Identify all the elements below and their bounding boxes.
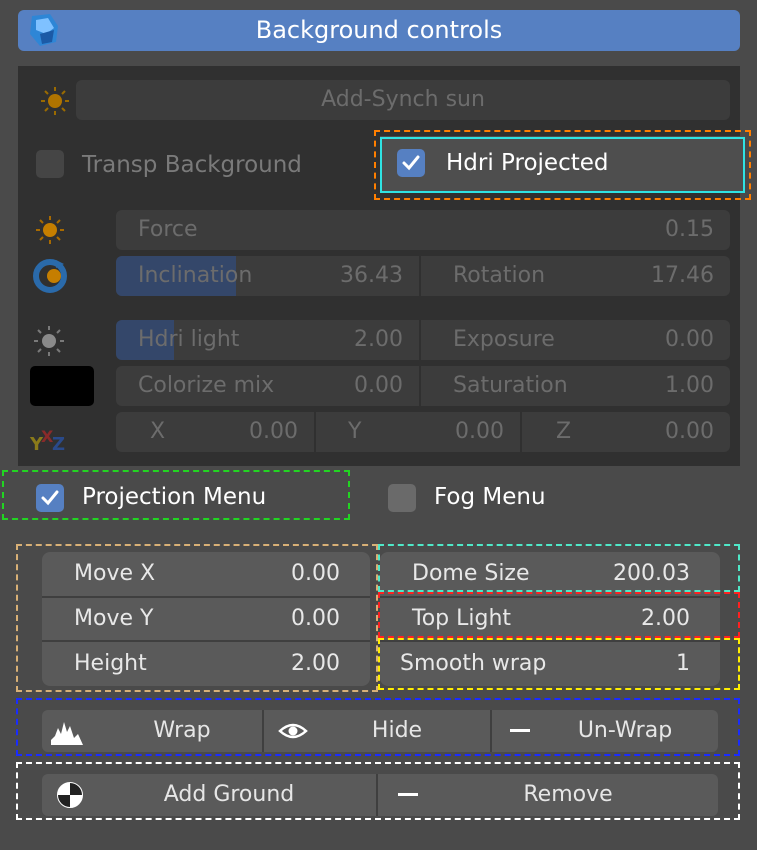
y-label: Y [348,419,362,444]
highlight-white-box [16,762,740,820]
color-swatch[interactable] [30,366,94,406]
colorize-mix-value: 0.00 [354,373,403,398]
highlight-green-box [2,470,350,520]
colorize-mix-field[interactable]: Colorize mix 0.00 [116,366,419,406]
inclination-field[interactable]: Inclination 36.43 [116,256,419,296]
inclination-value: 36.43 [340,263,403,288]
xyz-group: X 0.00 Y 0.00 Z 0.00 [116,412,730,452]
y-field[interactable]: Y 0.00 [316,412,520,452]
hdri-light-field[interactable]: Hdri light 2.00 [116,320,419,360]
force-sun-icon [34,214,66,246]
highlight-yellow-box [378,638,740,690]
saturation-label: Saturation [453,373,568,398]
colorize-saturation-group: Colorize mix 0.00 Saturation 1.00 [116,366,730,406]
exposure-value: 0.00 [665,327,714,352]
rotation-field[interactable]: Rotation 17.46 [421,256,730,296]
highlight-cyan-box [380,137,745,193]
sun-icon [38,86,72,116]
highlight-red-box [378,592,740,638]
z-field[interactable]: Z 0.00 [522,412,730,452]
hdri-light-value: 2.00 [354,327,403,352]
transp-background-label: Transp Background [82,152,302,178]
transp-background-checkbox[interactable] [36,150,64,178]
saturation-value: 1.00 [665,373,714,398]
fog-menu-checkbox[interactable] [388,484,416,512]
colorize-mix-label: Colorize mix [138,373,275,398]
x-value: 0.00 [249,419,298,444]
rotation-label: Rotation [453,263,546,288]
x-field[interactable]: X 0.00 [116,412,314,452]
y-value: 0.00 [455,419,504,444]
highlight-tan-box [16,544,378,692]
highlight-teal-box [378,544,740,592]
xyz-axes-icon: Y X Z [28,420,72,455]
z-label: Z [556,419,572,444]
fog-menu-label: Fog Menu [434,484,546,510]
hdri-light-label: Hdri light [138,327,240,352]
panel-title: Background controls [255,16,503,44]
svg-text:Z: Z [52,434,65,454]
exposure-field[interactable]: Exposure 0.00 [421,320,730,360]
blender-logo-icon [26,12,60,48]
inclination-label: Inclination [138,263,253,288]
force-label: Force [138,217,198,242]
highlight-blue-box [16,698,740,756]
force-field[interactable]: Force 0.15 [116,210,730,250]
force-value: 0.15 [665,217,714,242]
add-synch-sun-label: Add-Synch sun [321,87,485,112]
rotation-icon [30,256,70,296]
saturation-field[interactable]: Saturation 1.00 [421,366,730,406]
x-label: X [150,419,166,444]
add-synch-sun-button[interactable]: Add-Synch sun [76,80,730,120]
inclination-rotation-group: Inclination 36.43 Rotation 17.46 [116,256,730,296]
panel-header[interactable]: Background controls [18,10,740,51]
z-value: 0.00 [665,419,714,444]
rotation-value: 17.46 [651,263,714,288]
light-icon [32,324,66,358]
background-controls-panel: Background controls Add-Synch sun Transp… [0,0,757,850]
exposure-label: Exposure [453,327,555,352]
hdri-light-exposure-group: Hdri light 2.00 Exposure 0.00 [116,320,730,360]
